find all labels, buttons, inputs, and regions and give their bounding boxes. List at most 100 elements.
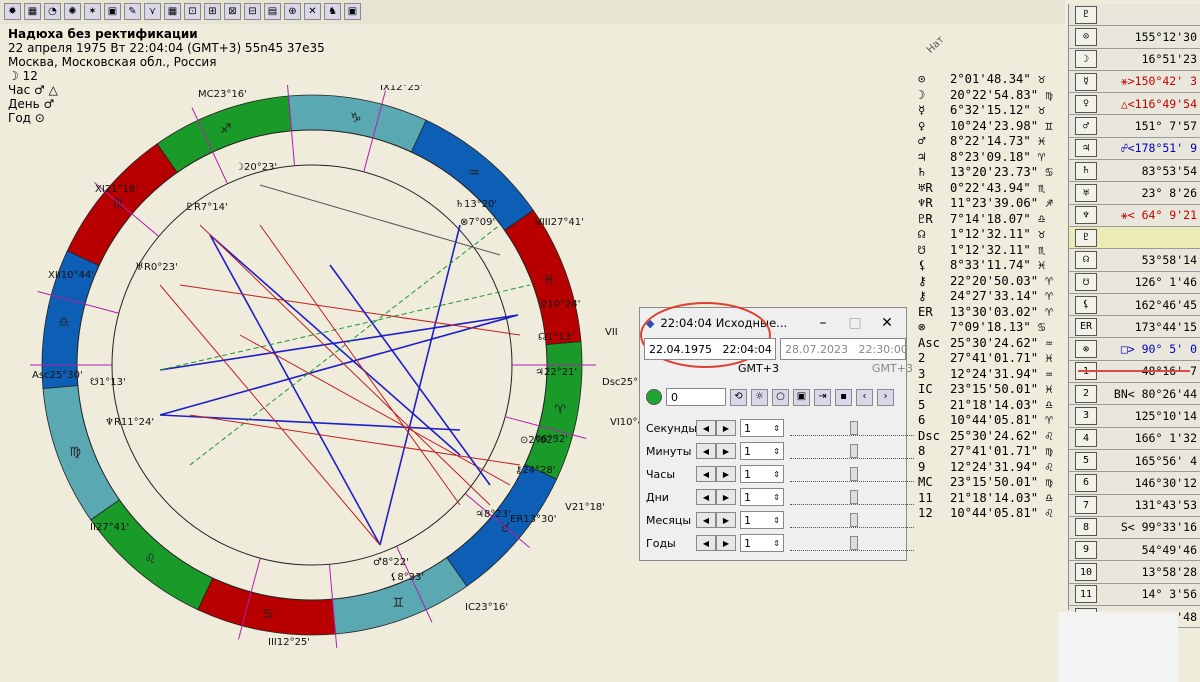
step-slider[interactable] — [790, 489, 914, 505]
toolbar-icon-7[interactable]: ⋎ — [144, 3, 161, 20]
toolbar-icon-9[interactable]: ⊡ — [184, 3, 201, 20]
toolbar-icon-1[interactable]: ▦ — [24, 3, 41, 20]
maximize-button[interactable]: □ — [842, 315, 868, 331]
step-value-field[interactable]: 1 ⇕ — [740, 419, 784, 437]
counter-field[interactable]: 0 — [666, 388, 726, 406]
aspect-row[interactable]: 8 S< 99°33'16 — [1069, 517, 1200, 540]
step-value-field[interactable]: 1 ⇕ — [740, 534, 784, 552]
initial-data-dialog[interactable]: ◆ 22:04:04 Исходные... – □ ✕ 22.04.1975 … — [639, 302, 914, 561]
aspect-row[interactable]: ER 173°44'15 — [1069, 316, 1200, 339]
step-left-button[interactable]: ◀ — [696, 535, 716, 551]
aspect-row[interactable]: ☿ ⚹>150°42' 3 — [1069, 71, 1200, 94]
step-left-button[interactable]: ◀ — [696, 443, 716, 459]
aspect-row[interactable]: ⊗ □> 90° 5' 0 — [1069, 338, 1200, 361]
aspect-row[interactable]: ♅ 23° 8'26 — [1069, 182, 1200, 205]
step-value-field[interactable]: 1 ⇕ — [740, 442, 784, 460]
toolbar-icon-5[interactable]: ▣ — [104, 3, 121, 20]
planet-mark: ♆R11°24' — [105, 417, 154, 428]
sun-icon[interactable]: ☼ — [751, 388, 768, 406]
step-right-button[interactable]: ▶ — [716, 535, 736, 551]
planet-symbol: 12 — [918, 506, 933, 520]
step-slider[interactable] — [790, 443, 914, 459]
aspect-row[interactable]: 4 166° 1'32 — [1069, 428, 1200, 450]
next-icon[interactable]: › — [877, 388, 894, 406]
aspect-row[interactable]: ♆ ⚹< 64° 9'21 — [1069, 205, 1200, 227]
step-right-button[interactable]: ▶ — [716, 512, 736, 528]
circle-icon[interactable]: ○ — [772, 388, 789, 406]
planet-symbol: ⊗ — [918, 320, 926, 334]
aspect-row[interactable]: ☊ 53°58'14 — [1069, 249, 1200, 272]
prev-icon[interactable]: ‹ — [856, 388, 873, 406]
step-slider[interactable] — [790, 512, 914, 528]
toolbar-icon-13[interactable]: ▤ — [264, 3, 281, 20]
chart-icon[interactable]: ▣ — [793, 388, 810, 406]
step-right-button[interactable]: ▶ — [716, 466, 736, 482]
step-left-button[interactable]: ◀ — [696, 512, 716, 528]
planet-position-value: 8°23'09.18" ♈ — [950, 149, 1046, 164]
aspect-row[interactable]: ♂ 151° 7'57 — [1069, 115, 1200, 138]
step-left-button[interactable]: ◀ — [696, 489, 716, 505]
toolbar-icon-3[interactable]: ✺ — [64, 3, 81, 20]
close-button[interactable]: ✕ — [874, 315, 900, 331]
aspects-header: ♇ — [1069, 4, 1200, 27]
toolbar-icon-6[interactable]: ✎ — [124, 3, 141, 20]
refresh-icon[interactable]: ⟲ — [730, 388, 747, 406]
aspect-row[interactable]: ☋ 126° 1'46 — [1069, 272, 1200, 294]
toolbar-icon-0[interactable]: ✹ — [4, 3, 21, 20]
planet-position-row: MC 23°15'50.01" ♍ — [918, 475, 1053, 491]
planet-symbol: ☊ — [918, 227, 926, 241]
aspect-row[interactable]: 10 13°58'28 — [1069, 561, 1200, 584]
planet-position-value: 7°09'18.13" ♋ — [950, 320, 1046, 334]
planet-symbol: ⚸ — [918, 258, 927, 272]
aspect-row[interactable]: 5 165°56' 4 — [1069, 450, 1200, 473]
step-slider[interactable] — [790, 466, 914, 482]
aspect-row[interactable]: ♀ △<116°49'54 — [1069, 93, 1200, 116]
toolbar-icon-15[interactable]: ✕ — [304, 3, 321, 20]
run-indicator-icon[interactable] — [646, 389, 662, 405]
export-icon[interactable]: ⇥ — [814, 388, 831, 406]
aspect-row[interactable]: 9 54°49'46 — [1069, 539, 1200, 562]
aspect-row[interactable]: ⊙ 155°12'30 — [1069, 26, 1200, 49]
spin-icon: ⇕ — [773, 538, 780, 548]
current-datetime-field[interactable]: 28.07.2023 22:30:00 — [780, 338, 908, 360]
aspect-row[interactable]: ♃ ☍<178°51' 9 — [1069, 138, 1200, 161]
zodiac-sign-label: ♌ — [144, 552, 156, 567]
birth-datetime-field[interactable]: 22.04.1975 22:04:04 — [644, 338, 776, 360]
step-value-field[interactable]: 1 ⇕ — [740, 488, 784, 506]
toolbar-icon-4[interactable]: ✶ — [84, 3, 101, 20]
toolbar-icon-12[interactable]: ⊟ — [244, 3, 261, 20]
step-right-button[interactable]: ▶ — [716, 420, 736, 436]
toolbar-icon-8[interactable]: ▦ — [164, 3, 181, 20]
step-left-button[interactable]: ◀ — [696, 420, 716, 436]
planet-symbol: ☿ — [918, 103, 926, 117]
planet-position-row: 6 10°44'05.81" ♈ — [918, 413, 1053, 429]
step-value-field[interactable]: 1 ⇕ — [740, 465, 784, 483]
step-left-button[interactable]: ◀ — [696, 466, 716, 482]
save-icon[interactable]: ▪ — [835, 388, 852, 406]
toolbar-icon-17[interactable]: ▣ — [344, 3, 361, 20]
toolbar-icon-11[interactable]: ⊠ — [224, 3, 241, 20]
aspect-row[interactable]: 2 BN< 80°26'44 — [1069, 383, 1200, 406]
aspect-row[interactable]: 11 14° 3'56 — [1069, 584, 1200, 607]
step-slider[interactable] — [790, 535, 914, 551]
aspect-row[interactable]: ♇ — [1069, 226, 1200, 250]
toolbar-icon-14[interactable]: ⊕ — [284, 3, 301, 20]
toolbar-icon-16[interactable]: ♞ — [324, 3, 341, 20]
step-value-field[interactable]: 1 ⇕ — [740, 511, 784, 529]
aspect-row[interactable]: 6 146°30'12 — [1069, 472, 1200, 495]
planet-symbol: Dsc — [918, 428, 941, 443]
aspect-value: 131°43'53 — [1134, 498, 1197, 513]
step-right-button[interactable]: ▶ — [716, 489, 736, 505]
toolbar-icon-10[interactable]: ⊞ — [204, 3, 221, 20]
aspect-value: 173°44'15 — [1134, 319, 1197, 334]
step-right-button[interactable]: ▶ — [716, 443, 736, 459]
aspect-row[interactable]: ♄ 83°53'54 — [1069, 160, 1200, 183]
aspect-row[interactable]: ⚸ 162°46'45 — [1069, 294, 1200, 317]
aspects-panel[interactable]: ♇ ⊙ 155°12'30 ☽ 16°51'23 ☿ ⚹>150°42' 3 ♀ △<116°… — [1068, 4, 1200, 629]
minimize-button[interactable]: – — [810, 315, 836, 331]
aspect-row[interactable]: 3 125°10'14 — [1069, 405, 1200, 428]
toolbar-icon-2[interactable]: ◔ — [44, 3, 61, 20]
aspect-row[interactable]: ☽ 16°51'23 — [1069, 49, 1200, 71]
step-slider[interactable] — [790, 420, 914, 436]
aspect-row[interactable]: 7 131°43'53 — [1069, 495, 1200, 517]
